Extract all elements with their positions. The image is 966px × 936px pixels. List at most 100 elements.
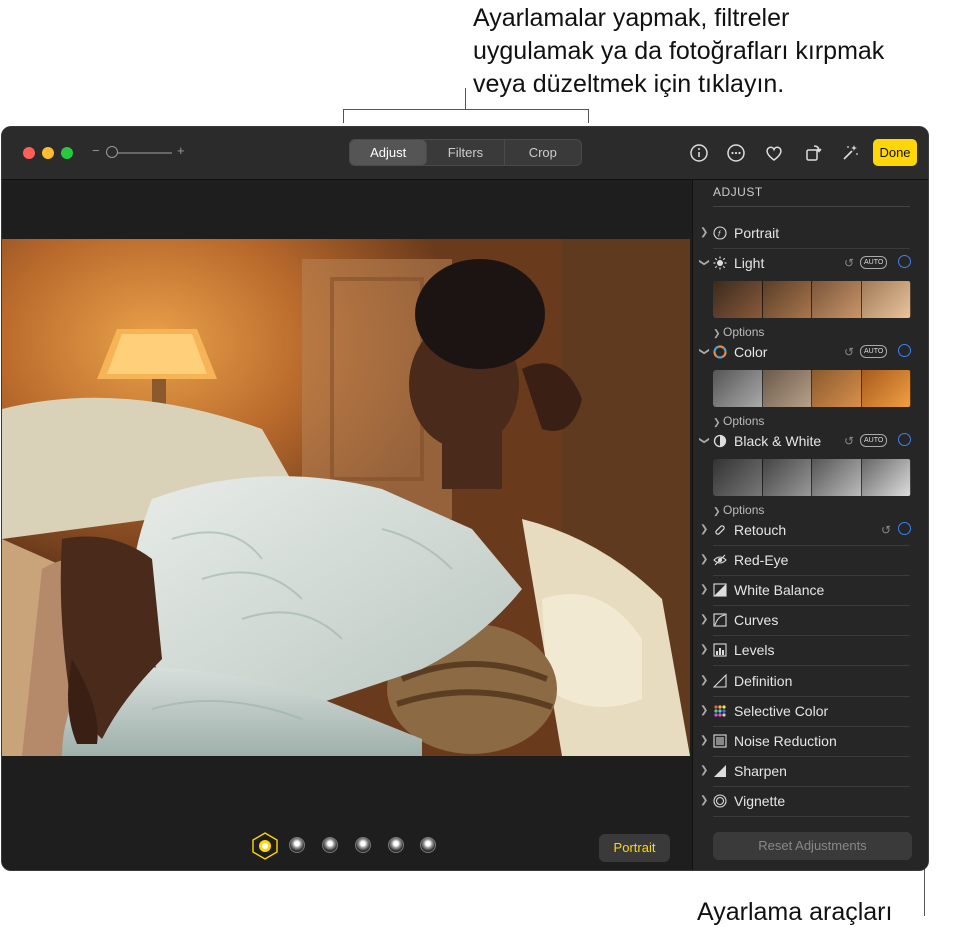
section-noise-reduction[interactable]: ❯ Noise Reduction [693, 727, 928, 757]
chevron-right-icon[interactable]: ❯ [700, 554, 708, 565]
chevron-right-icon[interactable]: ❯ [700, 735, 708, 746]
section-label: Retouch [734, 522, 787, 538]
chevron-right-icon[interactable]: ❯ [700, 675, 708, 686]
studio-light-icon[interactable] [289, 837, 305, 853]
top-bracket-right [588, 109, 589, 123]
section-red-eye[interactable]: ❯ Red-Eye [693, 546, 928, 576]
filmstrip-frame [861, 459, 911, 496]
section-curves[interactable]: ❯ Curves [693, 606, 928, 636]
tab-crop[interactable]: Crop [505, 140, 581, 165]
auto-button[interactable]: AUTO [860, 434, 888, 447]
portrait-f-icon: f [713, 226, 727, 240]
high-key-light-icon[interactable] [420, 837, 436, 853]
chevron-right-icon[interactable]: ❯ [700, 227, 708, 238]
section-portrait[interactable]: ❯ f Portrait [693, 219, 928, 249]
photo-viewer: Portrait [2, 180, 690, 870]
section-sharpen[interactable]: ❯ Sharpen [693, 757, 928, 787]
more-icon[interactable] [725, 142, 747, 164]
section-retouch[interactable]: ❯ Retouch ↺ [693, 516, 928, 546]
stage-light-icon[interactable] [355, 837, 371, 853]
bottom-callout: Ayarlama araçları [697, 898, 893, 926]
section-light[interactable]: ❯ Light ↺ AUTO [693, 249, 928, 279]
filmstrip-frame [812, 459, 862, 496]
color-wheel-icon [713, 345, 727, 359]
chevron-down-icon[interactable]: ❯ [699, 436, 710, 444]
toggle-circle[interactable] [898, 255, 911, 268]
chevron-right-icon[interactable]: ❯ [700, 524, 708, 535]
chevron-right-icon[interactable]: ❯ [700, 584, 708, 595]
toolbar: − + Adjust Filters Crop Done [2, 127, 928, 180]
auto-button[interactable]: AUTO [860, 345, 888, 358]
top-bracket-left [343, 109, 344, 123]
eye-slash-icon [713, 554, 727, 566]
filmstrip-frame [713, 370, 763, 407]
bw-filmstrip[interactable] [713, 459, 911, 496]
portrait-button[interactable]: Portrait [599, 834, 670, 862]
minimize-button[interactable] [42, 147, 54, 159]
info-icon[interactable] [688, 142, 710, 164]
undo-icon[interactable]: ↺ [844, 256, 854, 270]
options-toggle[interactable]: ❯ Options [713, 325, 764, 339]
chevron-right-icon[interactable]: ❯ [700, 765, 708, 776]
light-filmstrip[interactable] [713, 281, 911, 318]
section-black-white[interactable]: ❯ Black & White ↺ AUTO [693, 427, 928, 457]
toggle-circle[interactable] [898, 522, 911, 535]
magic-wand-icon[interactable] [839, 142, 861, 164]
tab-filters[interactable]: Filters [427, 140, 505, 165]
section-vignette[interactable]: ❯ Vignette [693, 787, 928, 817]
options-toggle[interactable]: ❯ Options [713, 414, 764, 428]
section-label: Color [734, 344, 768, 360]
photos-edit-window: − + Adjust Filters Crop Done Portrait AD… [1, 126, 929, 871]
heart-icon[interactable] [763, 142, 785, 164]
top-callout-line: uygulamak ya da fotoğrafları kırpmak [473, 37, 885, 65]
options-toggle[interactable]: ❯ Options [713, 503, 764, 517]
levels-icon [713, 643, 727, 657]
chevron-right-icon[interactable]: ❯ [700, 614, 708, 625]
section-label: Definition [734, 673, 793, 689]
tab-adjust[interactable]: Adjust [350, 140, 428, 165]
chevron-right-icon: ❯ [713, 328, 724, 338]
portrait-photo-graphic [2, 239, 690, 756]
section-white-balance[interactable]: ❯ White Balance [693, 576, 928, 606]
rotate-icon[interactable] [802, 142, 824, 164]
filmstrip-frame [861, 370, 911, 407]
done-button[interactable]: Done [873, 139, 917, 166]
color-filmstrip[interactable] [713, 370, 911, 407]
reset-adjustments-button[interactable]: Reset Adjustments [713, 832, 912, 860]
natural-light-icon[interactable] [252, 832, 278, 860]
toggle-circle[interactable] [898, 344, 911, 357]
white-balance-icon [713, 583, 727, 597]
undo-icon[interactable]: ↺ [844, 434, 854, 448]
sun-icon [713, 256, 727, 270]
section-definition[interactable]: ❯ Definition [693, 667, 928, 697]
filmstrip-frame [812, 370, 862, 407]
noise-reduction-icon [713, 734, 727, 748]
section-label: Sharpen [734, 763, 787, 779]
section-levels[interactable]: ❯ Levels [693, 636, 928, 666]
half-circle-icon [713, 434, 727, 448]
section-label: Vignette [734, 793, 786, 809]
undo-icon[interactable]: ↺ [881, 523, 891, 537]
top-callout: Ayarlamalar yapmak, filtreler uygulamak … [473, 2, 963, 101]
edit-mode-tabs: Adjust Filters Crop [349, 139, 582, 166]
undo-icon[interactable]: ↺ [844, 345, 854, 359]
auto-button[interactable]: AUTO [860, 256, 888, 269]
chevron-right-icon[interactable]: ❯ [700, 705, 708, 716]
top-bracket-stem [465, 88, 466, 110]
chevron-right-icon[interactable]: ❯ [700, 795, 708, 806]
zoom-window-button[interactable] [61, 147, 73, 159]
selective-color-icon [714, 705, 726, 717]
close-button[interactable] [23, 147, 35, 159]
divider [713, 206, 910, 207]
chevron-down-icon[interactable]: ❯ [699, 347, 710, 355]
section-color[interactable]: ❯ Color ↺ AUTO [693, 338, 928, 368]
adjust-sidebar: ADJUST ❯ f Portrait ❯ Light ↺ AUTO ❯ Opt… [692, 180, 928, 870]
section-selective-color[interactable]: ❯ Selective Color [693, 697, 928, 727]
chevron-right-icon[interactable]: ❯ [700, 644, 708, 655]
zoom-slider-knob[interactable] [106, 146, 118, 158]
stage-light-mono-icon[interactable] [388, 837, 404, 853]
toggle-circle[interactable] [898, 433, 911, 446]
options-label: Options [723, 325, 765, 339]
chevron-down-icon[interactable]: ❯ [699, 258, 710, 266]
contour-light-icon[interactable] [322, 837, 338, 853]
